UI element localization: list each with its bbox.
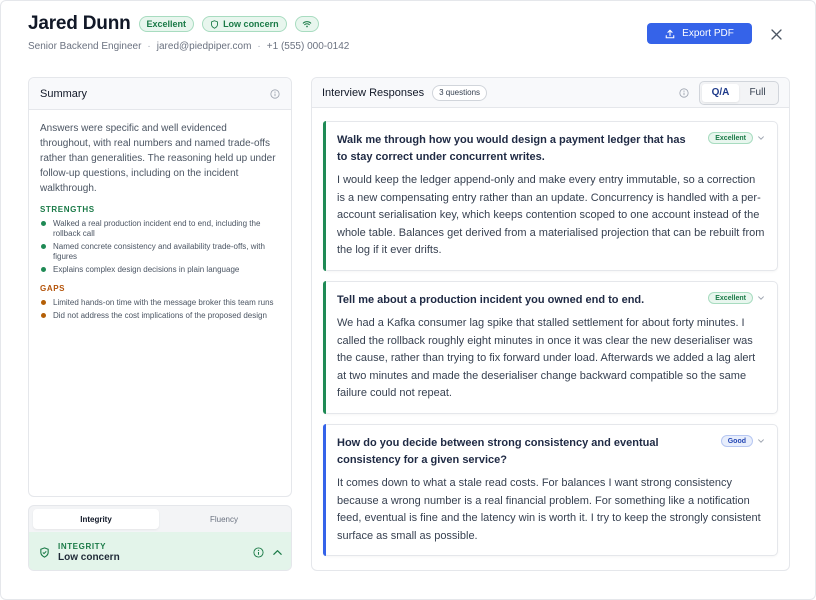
candidate-name: Jared Dunn xyxy=(28,13,131,34)
rating-badge: Excellent xyxy=(708,132,753,144)
answer-text: I would keep the ledger append-only and … xyxy=(337,174,765,256)
rating-badge: Excellent xyxy=(708,292,753,304)
rating-badge: Excellent xyxy=(138,16,195,32)
strength-item: Walked a real production incident end to… xyxy=(40,219,280,239)
info-icon[interactable] xyxy=(679,87,689,98)
gap-item: Limited hands-on time with the message b… xyxy=(40,298,280,308)
wifi-icon xyxy=(302,21,311,28)
strength-item: Explains complex design decisions in pla… xyxy=(40,265,280,275)
concern-badge: Low concern xyxy=(202,16,287,32)
qa-card[interactable]: How do you decide between strong consist… xyxy=(323,424,778,556)
qa-card[interactable]: Tell me about a production incident you … xyxy=(323,281,778,414)
question-text: How do you decide between strong consist… xyxy=(337,437,659,466)
close-button[interactable] xyxy=(769,27,783,41)
question-count-badge: 3 questions xyxy=(432,84,488,101)
chevron-up-icon[interactable] xyxy=(272,547,283,558)
info-icon[interactable] xyxy=(253,546,264,558)
candidate-header: Jared Dunn Excellent Low concern Senior … xyxy=(28,13,349,52)
strengths-list: Walked a real production incident end to… xyxy=(40,219,280,275)
integrity-tabs: Integrity Fluency xyxy=(29,506,291,532)
info-icon[interactable] xyxy=(270,88,280,99)
answer-text: It comes down to what a stale read costs… xyxy=(337,477,761,542)
upload-icon xyxy=(665,29,675,38)
qa-card[interactable]: Walk me through how you would design a p… xyxy=(323,121,778,271)
separator-dot: · xyxy=(257,41,261,52)
candidate-email[interactable]: jared@piedpiper.com xyxy=(157,41,252,52)
candidate-phone: +1 (555) 000-0142 xyxy=(266,41,350,52)
summary-title: Summary xyxy=(40,87,88,100)
view-toggle: Q/A Full xyxy=(699,80,779,105)
interview-header: Interview Responses 3 questions Q/A Full xyxy=(312,78,789,108)
chevron-down-icon[interactable] xyxy=(757,294,765,302)
close-icon xyxy=(770,28,782,40)
integrity-kicker: INTEGRITY xyxy=(58,541,107,551)
integrity-value: Low concern xyxy=(58,551,120,563)
gap-item: Did not address the cost implications of… xyxy=(40,311,280,321)
chevron-down-icon[interactable] xyxy=(757,437,765,445)
shield-icon xyxy=(40,546,49,558)
candidate-report-window: Jared Dunn Excellent Low concern Senior … xyxy=(0,0,816,600)
integrity-panel: Integrity Fluency INTEGRITY Low concern xyxy=(28,505,292,571)
rating-badge: Good xyxy=(720,435,753,447)
view-option-qa[interactable]: Q/A xyxy=(702,83,739,102)
integrity-card: INTEGRITY Low concern xyxy=(29,532,291,570)
summary-panel: Summary Answers were specific and well e… xyxy=(28,77,292,497)
interview-title: Interview Responses xyxy=(322,86,425,99)
rating-badge-label: Excellent xyxy=(146,19,187,29)
export-pdf-label: Export PDF xyxy=(682,28,734,39)
strengths-label: STRENGTHS xyxy=(40,205,95,214)
gaps-list: Limited hands-on time with the message b… xyxy=(40,298,280,321)
interview-panel: Interview Responses 3 questions Q/A Full… xyxy=(311,77,790,571)
summary-text: Answers were specific and well evidenced… xyxy=(40,123,276,194)
chevron-down-icon[interactable] xyxy=(757,134,765,142)
shield-icon xyxy=(211,19,219,29)
question-text: Walk me through how you would design a p… xyxy=(337,134,686,163)
connection-badge xyxy=(294,16,319,32)
gaps-label: GAPS xyxy=(40,284,66,293)
strength-item: Named concrete consistency and availabil… xyxy=(40,242,280,262)
candidate-role: Senior Backend Engineer xyxy=(28,41,142,52)
answer-text: We had a Kafka consumer lag spike that s… xyxy=(337,317,756,399)
tab-fluency[interactable]: Fluency xyxy=(161,509,287,529)
candidate-meta: Senior Backend Engineer · jared@piedpipe… xyxy=(28,41,349,52)
export-pdf-button[interactable]: Export PDF xyxy=(647,23,752,44)
question-text: Tell me about a production incident you … xyxy=(337,294,645,306)
summary-header: Summary xyxy=(29,78,291,110)
concern-badge-label: Low concern xyxy=(223,19,279,29)
separator-dot: · xyxy=(147,41,151,52)
view-option-full[interactable]: Full xyxy=(739,84,776,102)
tab-integrity[interactable]: Integrity xyxy=(33,509,159,529)
